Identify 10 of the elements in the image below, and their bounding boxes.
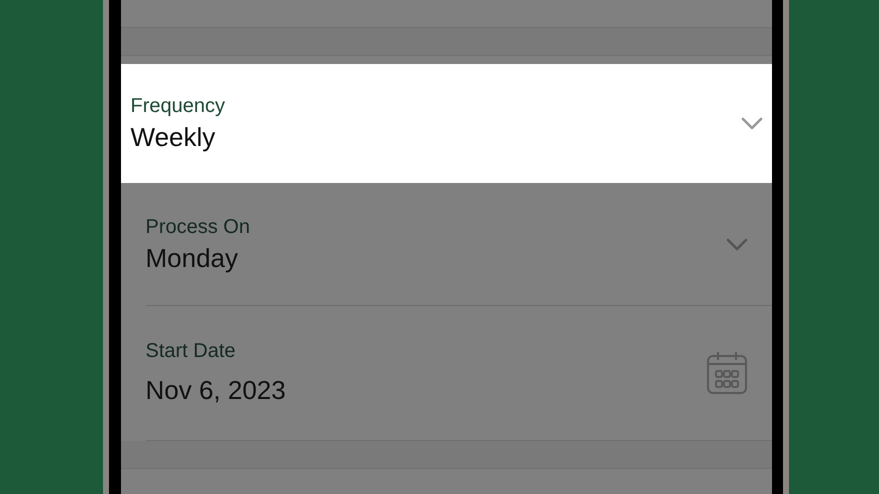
highlighted-field-card[interactable]: Frequency Weekly (120, 64, 772, 183)
field-value[interactable]: Nov 6, 2023 (146, 375, 706, 406)
field-label: Start Date (146, 340, 237, 363)
chevron-down-icon (726, 238, 748, 251)
field-value: Weekly (130, 122, 216, 152)
field-value[interactable]: Monday (146, 242, 726, 274)
chevron-down-icon (740, 117, 762, 130)
calendar-icon[interactable] (706, 351, 748, 395)
field-label: Frequency (130, 94, 226, 118)
field-label: Process On (146, 216, 251, 238)
